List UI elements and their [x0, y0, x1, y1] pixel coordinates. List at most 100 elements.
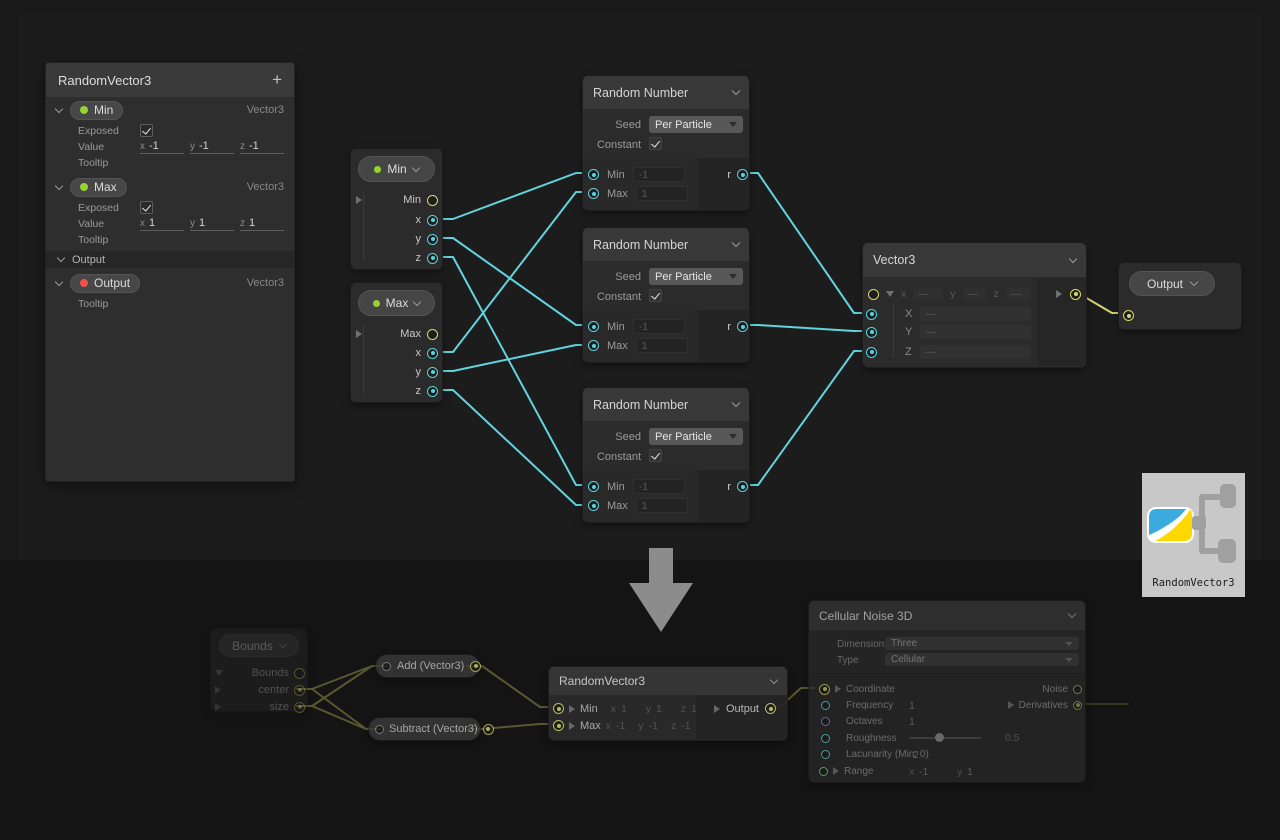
- subtract-vector3-node[interactable]: Subtract (Vector3): [368, 717, 481, 741]
- rn-r-port[interactable]: [737, 321, 748, 332]
- value-x-field[interactable]: x-1: [140, 140, 184, 154]
- rn-r-port[interactable]: [737, 481, 748, 492]
- expander-icon[interactable]: [215, 703, 221, 711]
- constant-checkbox-unchecked[interactable]: [649, 449, 662, 462]
- chevron-down-icon[interactable]: [55, 104, 63, 112]
- chevron-down-icon[interactable]: [770, 675, 778, 683]
- rn-min-port[interactable]: [588, 481, 599, 492]
- expander-icon[interactable]: [569, 722, 575, 730]
- random-number-node-2[interactable]: Random Number Seed Per Particle Constant…: [582, 227, 750, 363]
- max-output-port[interactable]: [427, 329, 438, 340]
- frequency-value[interactable]: 1: [909, 700, 915, 712]
- output-node-pill[interactable]: Output: [1129, 271, 1215, 296]
- expander-down-icon[interactable]: [886, 291, 894, 297]
- min-output-port[interactable]: [427, 195, 438, 206]
- exposed-checkbox-checked-icon[interactable]: [140, 201, 153, 214]
- property-row-output[interactable]: Output Vector3: [56, 272, 284, 294]
- property-pill-output[interactable]: Output: [70, 274, 140, 293]
- expander-icon[interactable]: [833, 767, 839, 775]
- chevron-down-icon[interactable]: [732, 239, 740, 247]
- chevron-down-icon[interactable]: [55, 181, 63, 189]
- subtract-output-port[interactable]: [483, 724, 494, 735]
- range-y-value[interactable]: 1: [967, 766, 973, 778]
- chevron-down-icon[interactable]: [1190, 278, 1198, 286]
- expander-icon[interactable]: [1056, 290, 1062, 298]
- max-z-port[interactable]: [427, 386, 438, 397]
- randomvector3-subgraph-node[interactable]: RandomVector3 Min x1 y1 z1 Max x-1 y-1 z…: [548, 666, 788, 741]
- expander-icon[interactable]: [356, 330, 362, 338]
- min-parameter-node[interactable]: Min Min x y z: [350, 148, 443, 270]
- seed-dropdown[interactable]: Per Particle: [649, 428, 743, 445]
- value-z-field[interactable]: z-1: [240, 140, 284, 154]
- value-z-field[interactable]: z1: [240, 217, 284, 231]
- seed-dropdown[interactable]: Per Particle: [649, 268, 743, 285]
- max-x-port[interactable]: [427, 348, 438, 359]
- rv3-min-port[interactable]: [553, 703, 564, 714]
- chevron-down-icon[interactable]: [413, 297, 421, 305]
- vector3-z-field[interactable]: —: [920, 345, 1031, 359]
- roughness-port[interactable]: [821, 734, 830, 743]
- min-node-pill[interactable]: Min: [358, 156, 435, 182]
- bounds-output-port[interactable]: [294, 668, 305, 679]
- constant-checkbox-unchecked[interactable]: [649, 289, 662, 302]
- rn-min-field[interactable]: -1: [633, 167, 685, 182]
- value-y-field[interactable]: y-1: [190, 140, 234, 154]
- rn-max-field[interactable]: 1: [636, 498, 688, 513]
- vector3-output-port[interactable]: [1070, 289, 1081, 300]
- vector3-z-port[interactable]: [866, 347, 877, 358]
- rn-max-field[interactable]: 1: [636, 186, 688, 201]
- output-input-port[interactable]: [1123, 310, 1134, 321]
- output-context-node[interactable]: Output: [1118, 262, 1242, 330]
- asset-card[interactable]: RandomVector3: [1142, 473, 1245, 597]
- max-parameter-node[interactable]: Max Max x y z: [350, 282, 443, 403]
- frequency-port[interactable]: [821, 701, 830, 710]
- property-pill-max[interactable]: Max: [70, 178, 127, 197]
- max-node-pill[interactable]: Max: [358, 290, 435, 316]
- vector3-x-field[interactable]: —: [920, 307, 1031, 321]
- min-y-port[interactable]: [427, 234, 438, 245]
- chevron-down-icon[interactable]: [57, 254, 65, 262]
- expander-icon[interactable]: [714, 705, 720, 713]
- property-pill-min[interactable]: Min: [70, 101, 123, 120]
- expander-icon[interactable]: [835, 685, 841, 693]
- expander-icon[interactable]: [356, 196, 362, 204]
- range-port[interactable]: [819, 767, 828, 776]
- lacunarity-value[interactable]: 2: [913, 749, 919, 761]
- bounds-center-port[interactable]: [294, 685, 305, 696]
- chevron-down-icon[interactable]: [1069, 254, 1077, 262]
- chevron-down-icon[interactable]: [1068, 610, 1076, 618]
- subtract-input-port[interactable]: [375, 725, 384, 734]
- range-x-value[interactable]: -1: [919, 766, 928, 778]
- vector3-y-field[interactable]: —: [920, 325, 1031, 339]
- property-row-min[interactable]: Min Vector3: [56, 99, 284, 121]
- cellular-noise-3d-node[interactable]: Cellular Noise 3D Dimensions Three Type …: [808, 600, 1086, 783]
- blackboard-panel[interactable]: RandomVector3 + Min Vector3 Exposed Valu…: [45, 62, 295, 482]
- vector3-y-port[interactable]: [866, 327, 877, 338]
- octaves-value[interactable]: 1: [909, 716, 915, 728]
- vector3-collapsed-port[interactable]: [868, 289, 879, 300]
- rn-min-port[interactable]: [588, 321, 599, 332]
- rn-min-port[interactable]: [588, 169, 599, 180]
- rv3-max-port[interactable]: [553, 720, 564, 731]
- vector3-node[interactable]: Vector3 x — y — z — X — Y —: [862, 242, 1087, 368]
- chevron-down-icon[interactable]: [55, 277, 63, 285]
- seed-dropdown[interactable]: Per Particle: [649, 116, 743, 133]
- bounds-node[interactable]: Bounds Bounds center size: [210, 628, 308, 712]
- rn-max-port[interactable]: [588, 188, 599, 199]
- rv3-output-port[interactable]: [765, 703, 776, 714]
- noise-output-port[interactable]: [1073, 685, 1082, 694]
- coordinate-port[interactable]: [819, 684, 830, 695]
- expander-down-icon[interactable]: [215, 670, 223, 676]
- bounds-size-port[interactable]: [294, 702, 305, 713]
- property-row-max[interactable]: Max Vector3: [56, 176, 284, 198]
- value-x-field[interactable]: x1: [140, 217, 184, 231]
- value-y-field[interactable]: y1: [190, 217, 234, 231]
- rn-max-port[interactable]: [588, 500, 599, 511]
- vector3-x-port[interactable]: [866, 309, 877, 320]
- add-output-port[interactable]: [470, 661, 481, 672]
- lacunarity-port[interactable]: [821, 750, 830, 759]
- rn-r-port[interactable]: [737, 169, 748, 180]
- output-section-header[interactable]: Output: [46, 251, 294, 268]
- random-number-node-3[interactable]: Random Number Seed Per Particle Constant…: [582, 387, 750, 523]
- roughness-slider-knob[interactable]: [935, 733, 944, 742]
